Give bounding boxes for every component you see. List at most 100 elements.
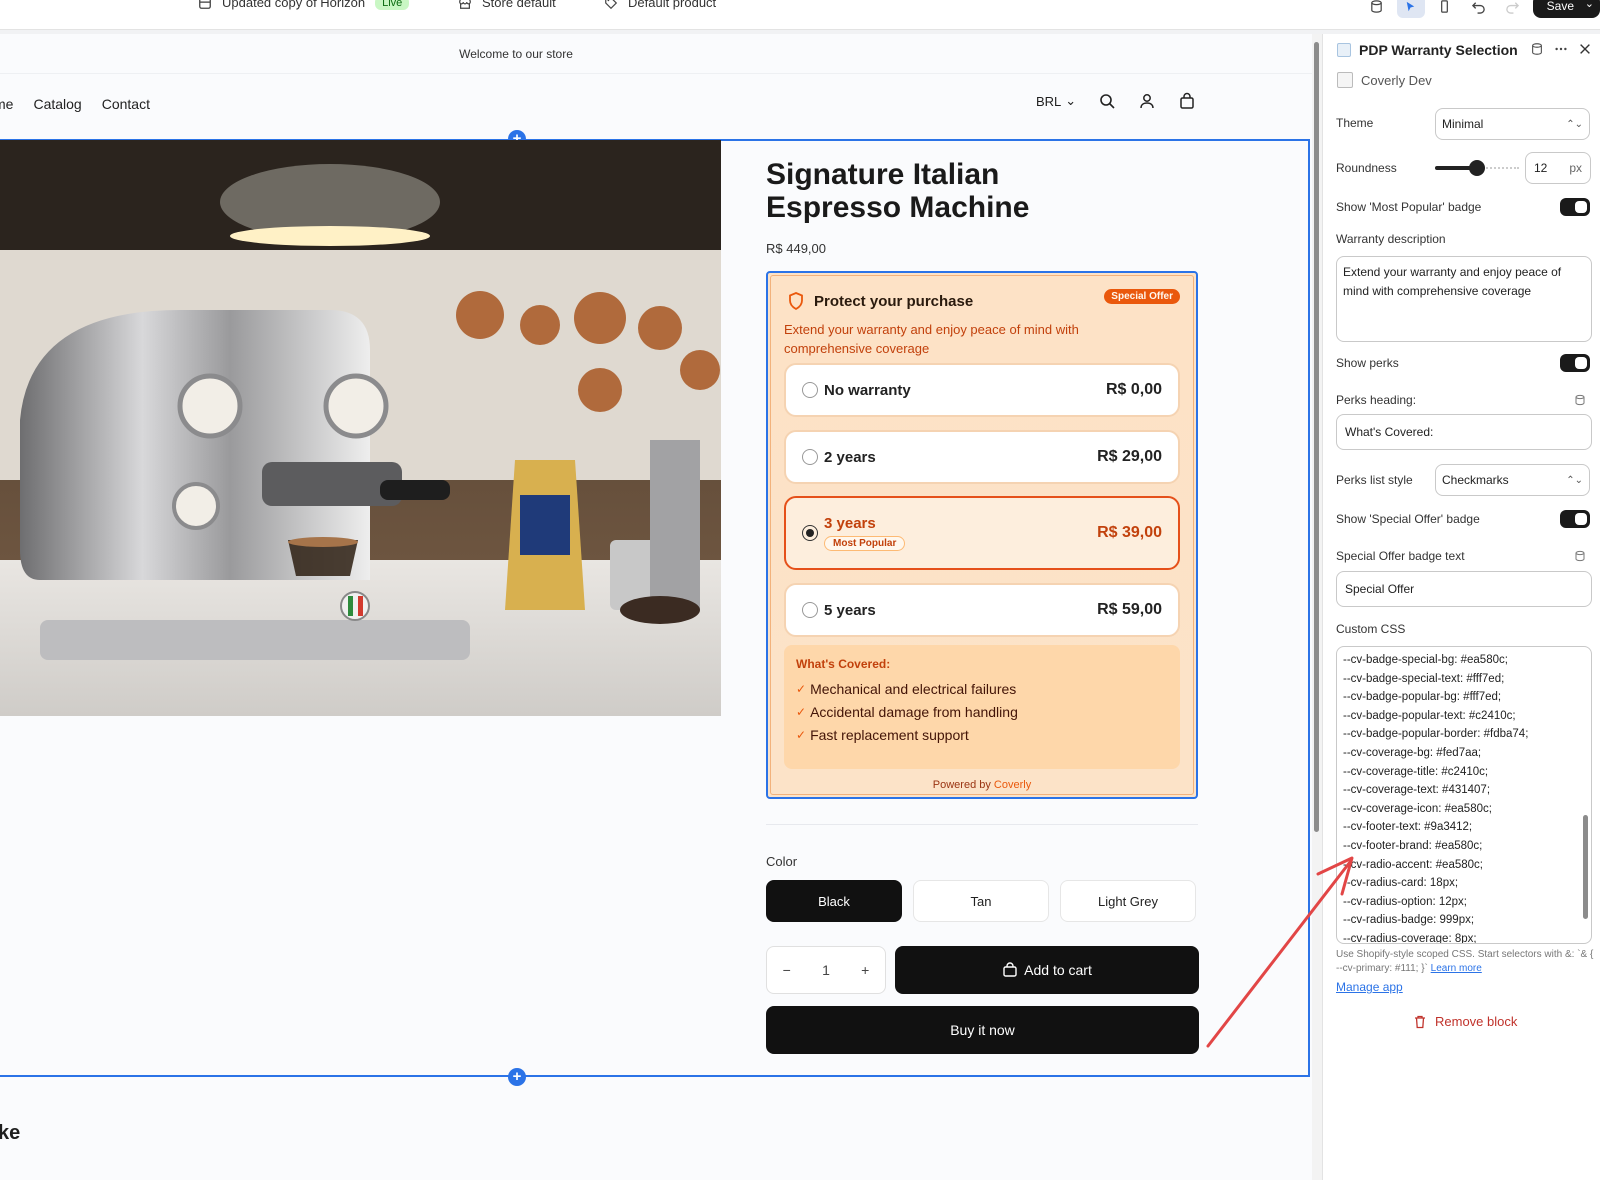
color-option-black[interactable]: Black (766, 880, 902, 922)
quantity-decrease-button[interactable]: − (783, 962, 791, 978)
theme-select-value: Minimal (1442, 117, 1484, 131)
editor-topbar: Updated copy of Horizon Live Store defau… (0, 0, 1600, 30)
warranty-option[interactable]: 2 years R$ 29,00 (784, 430, 1180, 484)
theme-selector[interactable]: Updated copy of Horizon Live (198, 0, 410, 10)
show-special-toggle[interactable] (1560, 510, 1590, 528)
quantity-value[interactable]: 1 (822, 962, 830, 978)
show-popular-label: Show 'Most Popular' badge (1336, 200, 1482, 214)
option-label-group: 3 years Most Popular (824, 515, 906, 551)
app-logo-icon (1337, 72, 1353, 88)
warranty-option[interactable]: 5 years R$ 59,00 (784, 583, 1180, 637)
show-popular-toggle[interactable] (1560, 198, 1590, 216)
add-to-cart-label: Add to cart (1024, 962, 1092, 978)
perks-heading-input[interactable]: What's Covered: (1336, 414, 1592, 450)
option-label: 5 years (824, 601, 876, 619)
checkmark-icon: ✓ (796, 728, 807, 742)
close-icon[interactable] (1578, 42, 1592, 56)
option-label: 2 years (824, 448, 876, 466)
roundness-input[interactable]: 12 px (1525, 152, 1591, 184)
warranty-header: Protect your purchase (786, 291, 973, 311)
main-nav: me Catalog Contact (0, 96, 150, 112)
search-icon[interactable] (1098, 92, 1116, 110)
color-option-tan[interactable]: Tan (913, 880, 1049, 922)
css-line: --cv-footer-brand: #ea580c; (1343, 839, 1483, 852)
option-label: 3 years (824, 515, 876, 532)
warranty-option[interactable]: No warranty R$ 0,00 (784, 363, 1180, 417)
more-options-icon[interactable] (1554, 42, 1568, 56)
product-title: Signature Italian Espresso Machine (766, 158, 1030, 224)
database-button[interactable] (1363, 0, 1391, 18)
account-icon[interactable] (1138, 92, 1156, 110)
chevron-down-icon[interactable]: ⌄ (1585, 0, 1594, 10)
manage-app-link[interactable]: Manage app (1336, 980, 1403, 994)
coverage-box: What's Covered: ✓ Mechanical and electric… (784, 645, 1180, 769)
add-to-cart-button[interactable]: Add to cart (895, 946, 1199, 994)
app-source: Coverly Dev (1337, 72, 1432, 88)
context-selector[interactable]: Store default (458, 0, 556, 10)
perks-style-label: Perks list style (1336, 473, 1413, 487)
remove-block-button[interactable]: Remove block (1413, 1014, 1517, 1029)
nav-item-catalog[interactable]: Catalog (33, 96, 81, 112)
add-section-bottom-button[interactable]: + (508, 1068, 526, 1086)
roundness-slider[interactable] (1435, 160, 1519, 176)
live-badge: Live (375, 0, 410, 10)
undo-icon (1472, 1, 1485, 14)
theme-select[interactable]: Minimal ⌃⌄ (1435, 108, 1590, 140)
template-selector[interactable]: Default product (604, 0, 716, 10)
slider-handle[interactable] (1469, 160, 1485, 176)
nav-item-contact[interactable]: Contact (102, 96, 150, 112)
inspector-button[interactable] (1396, 0, 1425, 18)
currency-label: BRL (1036, 93, 1062, 109)
radio-button[interactable] (802, 602, 818, 618)
css-scrollbar-thumb[interactable] (1583, 815, 1588, 919)
chevron-down-icon: ⌄ (1065, 93, 1077, 108)
show-perks-toggle[interactable] (1560, 354, 1590, 372)
theme-name: Updated copy of Horizon (222, 0, 366, 10)
nav-item-home[interactable]: me (0, 96, 13, 112)
scrollbar-thumb[interactable] (1314, 42, 1319, 832)
undo-button[interactable] (1465, 0, 1493, 18)
coverage-item-text: Fast replacement support (810, 727, 969, 743)
cart-icon[interactable] (1178, 92, 1196, 110)
css-scrollbar[interactable] (1581, 651, 1589, 941)
dynamic-source-icon[interactable] (1574, 394, 1586, 406)
perks-style-select[interactable]: Checkmarks ⌃⌄ (1435, 464, 1590, 496)
database-icon[interactable] (1530, 42, 1544, 56)
app-name: Coverly Dev (1361, 72, 1432, 88)
announcement-bar: Welcome to our store (0, 34, 1312, 74)
warranty-option-selected[interactable]: 3 years Most Popular R$ 39,00 (784, 496, 1180, 570)
css-line: --cv-badge-popular-text: #c2410c; (1343, 709, 1516, 722)
option-price: R$ 29,00 (1097, 448, 1162, 465)
radio-button-checked[interactable] (802, 525, 818, 541)
save-button[interactable]: Save ⌄ (1532, 0, 1600, 18)
custom-css-textarea[interactable]: --cv-badge-special-bg: #ea580c; --cv-badg… (1336, 646, 1592, 944)
panel-actions (1530, 42, 1592, 56)
buy-now-button[interactable]: Buy it now (766, 1006, 1199, 1054)
warranty-description-textarea[interactable]: Extend your warranty and enjoy peace of … (1336, 256, 1592, 342)
radio-button[interactable] (802, 382, 818, 398)
product-image (0, 140, 721, 716)
mobile-preview-button[interactable] (1431, 0, 1459, 18)
learn-more-link[interactable]: Learn more (1431, 963, 1482, 974)
radio-button[interactable] (802, 449, 818, 465)
preview-scrollbar[interactable] (1312, 34, 1322, 1180)
espresso-machine-photo (0, 140, 721, 716)
redo-button[interactable] (1499, 0, 1527, 18)
quantity-increase-button[interactable]: + (861, 962, 869, 978)
color-option-light-grey[interactable]: Light Grey (1060, 880, 1196, 922)
dynamic-source-icon[interactable] (1574, 550, 1586, 562)
preview-canvas: Welcome to our store me Catalog Contact … (0, 34, 1312, 1180)
custom-css-help: Use Shopify-style scoped CSS. Start sele… (1336, 948, 1598, 976)
powered-by-brand[interactable]: Coverly (994, 779, 1031, 791)
css-line: --cv-coverage-text: #431407; (1343, 784, 1491, 797)
checkmark-icon: ✓ (796, 682, 807, 696)
coverage-item-text: Mechanical and electrical failures (810, 681, 1017, 697)
checkmark-icon: ✓ (796, 705, 807, 719)
cart-icon (1003, 962, 1017, 977)
header-actions: BRL ⌄ (1036, 92, 1196, 110)
currency-selector[interactable]: BRL ⌄ (1036, 93, 1076, 109)
special-text-input[interactable]: Special Offer (1336, 571, 1592, 607)
warranty-card: Protect your purchase Special Offer Exte… (766, 271, 1198, 799)
css-line: --cv-badge-popular-bg: #fff7ed; (1343, 691, 1502, 704)
theme-icon (199, 0, 211, 9)
